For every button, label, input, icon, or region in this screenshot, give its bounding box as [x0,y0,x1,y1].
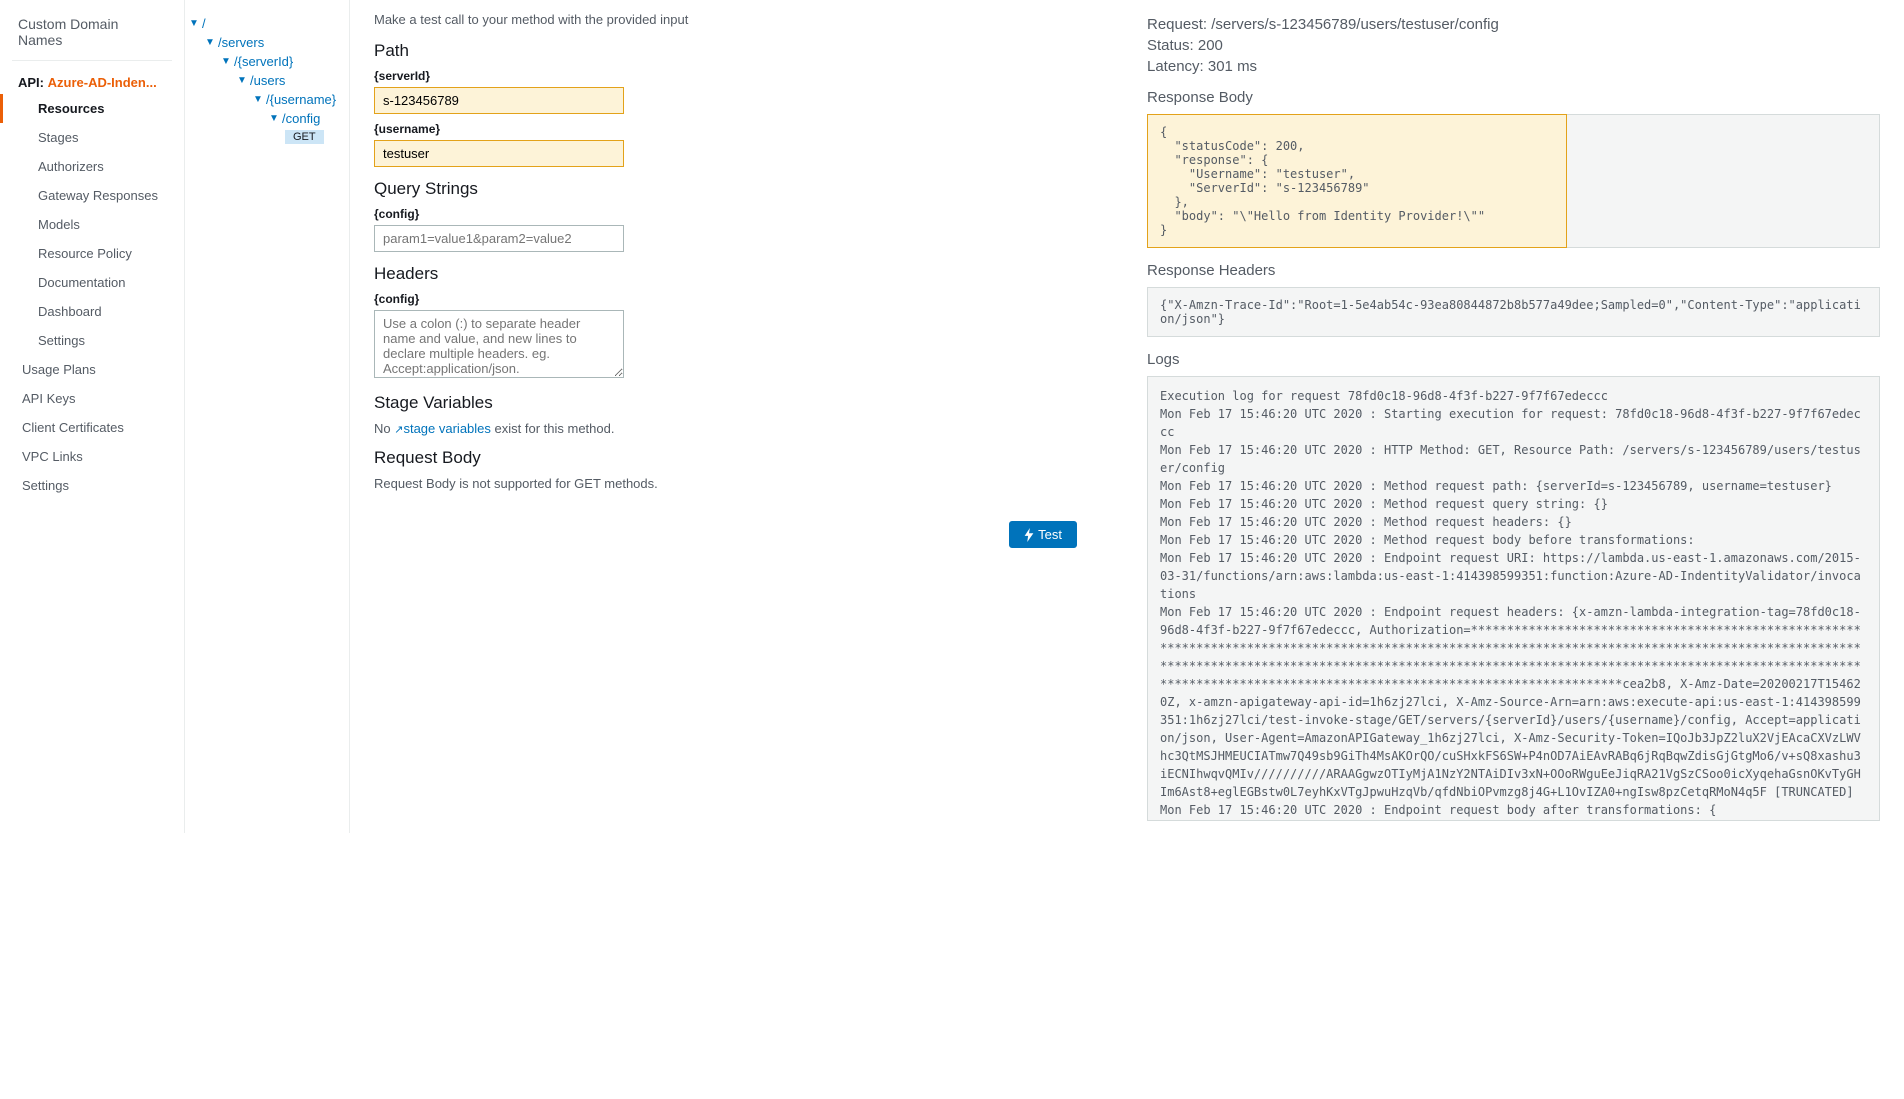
tree-root[interactable]: ▼/ [189,14,345,33]
nav-stages[interactable]: Stages [0,123,184,152]
caret-down-icon: ▼ [237,75,247,86]
username-input[interactable] [374,140,624,167]
caret-down-icon: ▼ [221,56,231,67]
stage-variables-note: No ↗stage variables exist for this metho… [374,421,1107,436]
headers-input[interactable] [374,310,624,378]
nav-dashboard[interactable]: Dashboard [0,297,184,326]
nav-api-keys[interactable]: API Keys [0,384,184,413]
request-body-note: Request Body is not supported for GET me… [374,476,1107,491]
nav-gateway-responses[interactable]: Gateway Responses [0,181,184,210]
log-pre: Execution log for request 78fd0c18-96d8-… [1160,389,1861,817]
test-button[interactable]: Test [1009,521,1077,548]
resource-tree: ▼/ ▼/servers ▼/{serverId} ▼/users ▼/{use… [185,0,350,833]
response-body-content: { "statusCode": 200, "response": { "User… [1147,114,1567,248]
stage-variables-heading: Stage Variables [374,393,1107,413]
nav-models[interactable]: Models [0,210,184,239]
nav-client-certificates[interactable]: Client Certificates [0,413,184,442]
qs-config-label: {config} [374,207,1107,221]
response-body-heading: Response Body [1147,89,1880,106]
tree-username[interactable]: ▼/{username} [253,90,345,109]
nav-documentation[interactable]: Documentation [0,268,184,297]
stage-variables-link[interactable]: ↗stage variables [394,421,491,436]
request-line: Request: /servers/s-123456789/users/test… [1147,16,1880,33]
path-heading: Path [374,41,1107,61]
nav-settings-global[interactable]: Settings [0,471,184,500]
status-line: Status: 200 [1147,37,1880,54]
headers-config-label: {config} [374,292,1107,306]
tree-config[interactable]: ▼/config [269,109,345,128]
lightning-icon [1024,528,1034,542]
tree-method-get[interactable]: GET [285,130,324,144]
username-label: {username} [374,122,1107,136]
response-panel: Request: /servers/s-123456789/users/test… [1147,12,1880,821]
nav-authorizers[interactable]: Authorizers [0,152,184,181]
tree-serverid[interactable]: ▼/{serverId} [221,52,345,71]
caret-down-icon: ▼ [205,37,215,48]
response-headers-heading: Response Headers [1147,262,1880,279]
tree-users[interactable]: ▼/users [237,71,345,90]
tree-servers[interactable]: ▼/servers [205,33,345,52]
api-label: API: Azure-AD-Inden... [0,69,184,94]
nav-vpc-links[interactable]: VPC Links [0,442,184,471]
request-body-heading: Request Body [374,448,1107,468]
nav-resources[interactable]: Resources [0,94,184,123]
logs-heading: Logs [1147,351,1880,368]
caret-down-icon: ▼ [269,113,279,124]
left-sidebar: Custom Domain Names API: Azure-AD-Inden.… [0,0,185,833]
caret-down-icon: ▼ [189,18,199,29]
query-string-input[interactable] [374,225,624,252]
response-body-box: { "statusCode": 200, "response": { "User… [1147,114,1880,248]
latency-line: Latency: 301 ms [1147,58,1880,75]
serverid-label: {serverId} [374,69,1107,83]
headers-heading: Headers [374,264,1107,284]
nav-resource-policy[interactable]: Resource Policy [0,239,184,268]
serverid-input[interactable] [374,87,624,114]
nav-settings[interactable]: Settings [0,326,184,355]
custom-domain-names[interactable]: Custom Domain Names [0,8,184,52]
query-strings-heading: Query Strings [374,179,1107,199]
nav-usage-plans[interactable]: Usage Plans [0,355,184,384]
caret-down-icon: ▼ [253,94,263,105]
api-name[interactable]: Azure-AD-Inden... [48,75,157,90]
logs-box[interactable]: Execution log for request 78fd0c18-96d8-… [1147,376,1880,821]
intro-text: Make a test call to your method with the… [374,12,1107,27]
test-form: Make a test call to your method with the… [374,12,1107,821]
response-headers-box: {"X-Amzn-Trace-Id":"Root=1-5e4ab54c-93ea… [1147,287,1880,337]
